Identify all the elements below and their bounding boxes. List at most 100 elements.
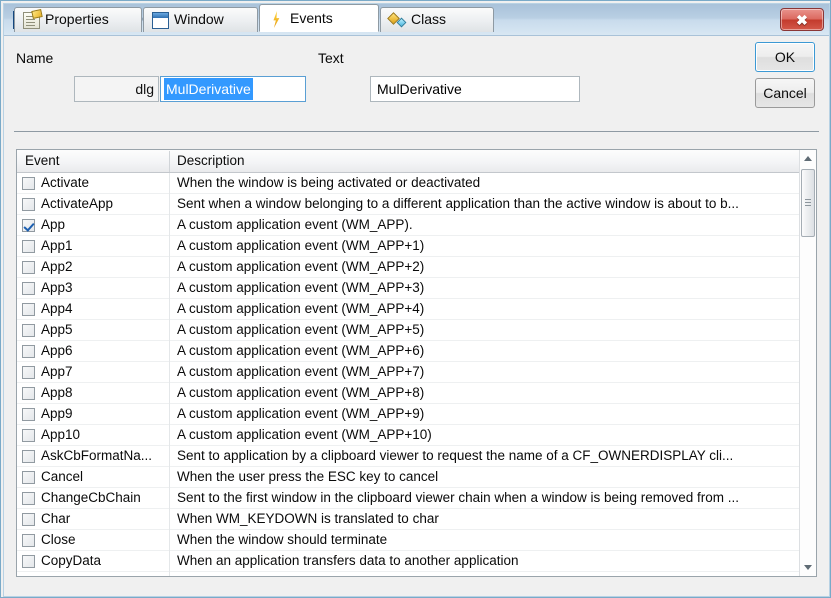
table-row[interactable]: App1A custom application event (WM_APP+1… <box>17 236 800 257</box>
tab-properties[interactable]: Properties <box>14 7 142 32</box>
row-checkbox[interactable] <box>22 492 35 505</box>
close-icon: ✖ <box>781 10 823 30</box>
table-row[interactable]: AskCbFormatNa... Sent to application by a… <box>17 446 800 467</box>
row-checkbox[interactable] <box>22 345 35 358</box>
table-row[interactable]: App6 A custom application event (WM_APP+6… <box>17 341 800 362</box>
row-cell-divider <box>169 341 170 362</box>
event-description-cell: A custom application event (WM_APP+8) <box>177 385 793 400</box>
row-checkbox[interactable] <box>22 513 35 526</box>
properties-icon <box>23 12 40 29</box>
name-prefix-field: dlg <box>74 76 159 102</box>
event-description-cell: Sent to application by a clipboard viewe… <box>177 448 793 463</box>
name-input[interactable]: MulDerivative <box>160 76 306 102</box>
row-cell-divider <box>169 530 170 551</box>
row-cell-divider <box>169 404 170 425</box>
row-cell-divider <box>169 551 170 572</box>
row-cell-divider <box>169 257 170 278</box>
table-row[interactable]: CancelWhen the user press the ESC key to… <box>17 467 800 488</box>
row-checkbox[interactable] <box>22 471 35 484</box>
scroll-down-button[interactable] <box>800 559 816 576</box>
table-row[interactable]: CreateAfter the window is removed from t… <box>17 572 800 577</box>
tab-class-label: Class <box>411 11 446 27</box>
row-checkbox[interactable] <box>22 177 35 190</box>
table-row[interactable]: ActivateApp Sent when a window belonging … <box>17 194 800 215</box>
table-row[interactable]: CharWhen WM_KEYDOWN is translated to cha… <box>17 509 800 530</box>
row-checkbox[interactable] <box>22 240 35 253</box>
row-checkbox[interactable] <box>22 324 35 337</box>
list-header: Event Description <box>17 150 816 173</box>
event-description-cell: When an application transfers data to an… <box>177 553 793 568</box>
event-description-cell: A custom application event (WM_APP+5) <box>177 322 793 337</box>
vertical-scrollbar[interactable] <box>799 150 816 576</box>
tab-window[interactable]: Window <box>143 7 258 32</box>
event-name-cell: App1 <box>41 238 169 253</box>
row-checkbox[interactable] <box>22 555 35 568</box>
event-description-cell: Sent when a window belonging to a differ… <box>177 196 793 211</box>
table-row[interactable]: App9A custom application event (WM_APP+9… <box>17 404 800 425</box>
table-row[interactable]: AppA custom application event (WM_APP). <box>17 215 800 236</box>
tab-window-label: Window <box>174 11 224 27</box>
row-checkbox[interactable] <box>22 366 35 379</box>
row-checkbox[interactable] <box>22 534 35 547</box>
event-name-cell: Close <box>41 532 169 547</box>
table-row[interactable]: Close When the window should terminate <box>17 530 800 551</box>
row-checkbox[interactable] <box>22 282 35 295</box>
event-name-cell: App9 <box>41 406 169 421</box>
table-row[interactable]: App10A custom application event (WM_APP+… <box>17 425 800 446</box>
event-name-cell: App7 <box>41 364 169 379</box>
row-checkbox[interactable] <box>22 198 35 211</box>
event-description-cell: A custom application event (WM_APP+6) <box>177 343 793 358</box>
event-name-cell: App6 <box>41 343 169 358</box>
row-cell-divider <box>169 467 170 488</box>
row-cell-divider <box>169 383 170 404</box>
event-description-cell: A custom application event (WM_APP). <box>177 217 793 232</box>
event-name-cell: CopyData <box>41 553 169 568</box>
table-row[interactable]: App3 A custom application event (WM_APP+3… <box>17 278 800 299</box>
column-divider[interactable] <box>169 151 170 172</box>
row-checkbox[interactable] <box>22 408 35 421</box>
scrollbar-thumb[interactable] <box>801 169 815 237</box>
table-row[interactable]: ActivateWhen the window is being activat… <box>17 173 800 194</box>
event-name-cell: Create <box>41 574 169 577</box>
scroll-up-button[interactable] <box>800 150 816 167</box>
table-row[interactable]: ChangeCbChainSent to the first window in… <box>17 488 800 509</box>
event-description-cell: A custom application event (WM_APP+3) <box>177 280 793 295</box>
row-checkbox[interactable] <box>22 429 35 442</box>
row-checkbox[interactable] <box>22 387 35 400</box>
table-row[interactable]: App7 A custom application event (WM_APP+7… <box>17 362 800 383</box>
table-row[interactable]: App2A custom application event (WM_APP+2… <box>17 257 800 278</box>
table-row[interactable]: App8A custom application event (WM_APP+8… <box>17 383 800 404</box>
tab-strip-underline <box>14 131 819 132</box>
row-checkbox[interactable] <box>22 450 35 463</box>
column-header-event[interactable]: Event <box>25 153 60 168</box>
lightning-bolt-icon <box>268 11 285 28</box>
close-button[interactable]: ✖ <box>780 8 824 31</box>
row-checkbox[interactable] <box>22 261 35 274</box>
event-name-cell: AskCbFormatNa... <box>41 448 169 463</box>
tab-events[interactable]: Events <box>259 4 379 32</box>
window-icon <box>152 12 169 29</box>
row-checkbox[interactable] <box>22 576 35 577</box>
text-input[interactable]: MulDerivative <box>370 76 580 102</box>
tab-class[interactable]: Class <box>380 7 494 32</box>
event-name-cell: App10 <box>41 427 169 442</box>
event-name-cell: ActivateApp <box>41 196 169 211</box>
event-description-cell: When the window should terminate <box>177 532 793 547</box>
table-row[interactable]: CopyData When an application transfers da… <box>17 551 800 572</box>
event-description-cell: A custom application event (WM_APP+7) <box>177 364 793 379</box>
row-checkbox[interactable] <box>22 219 35 232</box>
row-cell-divider <box>169 509 170 530</box>
ok-button[interactable]: OK <box>755 42 815 72</box>
class-diamond-icon <box>389 12 406 29</box>
table-row[interactable]: App5 A custom application event (WM_APP+5… <box>17 320 800 341</box>
caret-up-icon <box>804 156 812 161</box>
row-cell-divider <box>169 278 170 299</box>
event-name-cell: App5 <box>41 322 169 337</box>
events-list: Event Description ActivateWhen the windo… <box>16 149 817 577</box>
table-row[interactable]: App4A custom application event (WM_APP+4… <box>17 299 800 320</box>
event-description-cell: When the user press the ESC key to cance… <box>177 469 793 484</box>
column-header-description[interactable]: Description <box>177 153 245 168</box>
row-checkbox[interactable] <box>22 303 35 316</box>
cancel-button[interactable]: Cancel <box>755 78 815 108</box>
event-name-cell: App3 <box>41 280 169 295</box>
